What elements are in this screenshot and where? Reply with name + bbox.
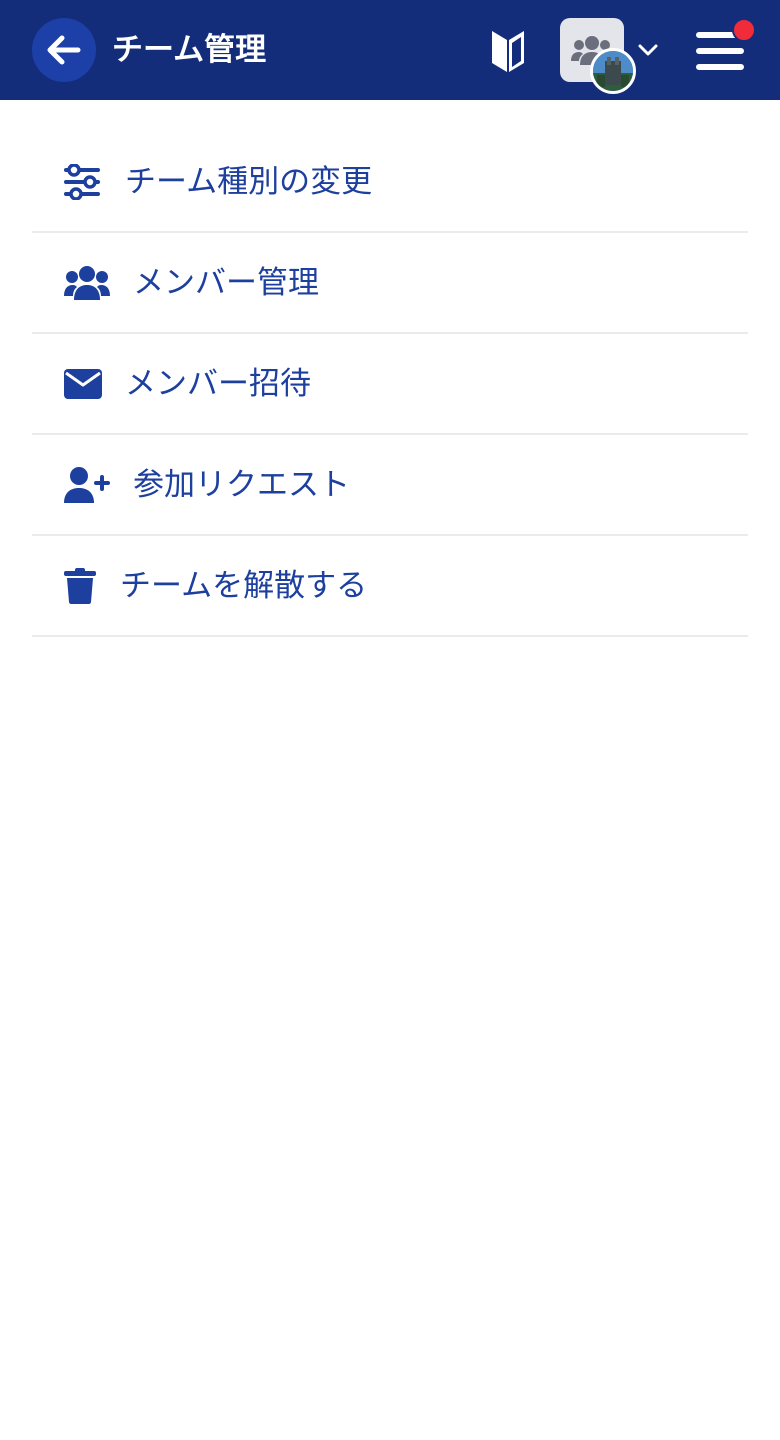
avatar: [590, 48, 636, 94]
user-plus-icon: [64, 465, 112, 505]
back-button[interactable]: [32, 18, 96, 82]
team-settings-menu: チーム種別の変更 メンバー管理 メンバー招待 参加リクエスト チームを解散する: [32, 132, 748, 637]
users-icon: [64, 263, 112, 303]
chevron-down-icon: [638, 44, 658, 56]
menu-item-join-requests[interactable]: 参加リクエスト: [32, 435, 748, 536]
arrow-left-icon: [47, 35, 81, 65]
menu-item-member-management[interactable]: メンバー管理: [32, 233, 748, 334]
menu-item-label: チームを解散する: [120, 567, 368, 604]
beginner-mark-icon[interactable]: [488, 28, 528, 74]
menu-item-label: メンバー招待: [125, 365, 311, 402]
menu-item-label: メンバー管理: [133, 264, 319, 301]
app-header: チーム管理: [0, 0, 780, 100]
menu-item-disband-team[interactable]: チームを解散する: [32, 536, 748, 637]
envelope-icon: [64, 364, 112, 404]
menu-item-label: チーム種別の変更: [125, 163, 373, 200]
menu-item-change-team-type[interactable]: チーム種別の変更: [32, 132, 748, 233]
hamburger-menu-button[interactable]: [692, 18, 756, 78]
trash-icon: [64, 566, 112, 606]
page-title: チーム管理: [112, 32, 267, 68]
team-switcher[interactable]: [560, 18, 664, 94]
notification-badge: [732, 18, 756, 42]
sliders-icon: [64, 162, 112, 202]
menu-item-label: 参加リクエスト: [133, 466, 350, 503]
menu-item-invite-members[interactable]: メンバー招待: [32, 334, 748, 435]
